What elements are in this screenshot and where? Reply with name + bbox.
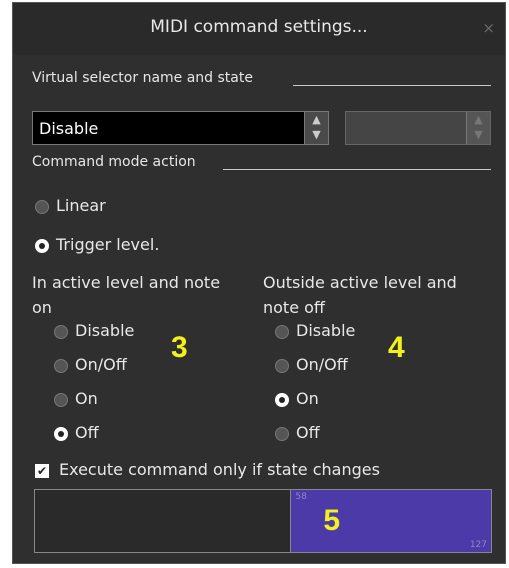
spin-up-icon: ▲ xyxy=(474,113,483,126)
midi-settings-window: MIDI command settings... × Virtual selec… xyxy=(12,2,506,564)
state-combo: ▲ ▼ xyxy=(345,111,491,145)
radio-linear-indicator[interactable] xyxy=(35,200,49,214)
radio-label: Disable xyxy=(296,321,356,340)
radio-indicator[interactable] xyxy=(275,427,289,441)
selector-label: Virtual selector name and state xyxy=(32,70,253,86)
level-range-panel[interactable]: 58 127 5 xyxy=(34,489,492,553)
radio-indicator[interactable] xyxy=(54,359,68,373)
radio-indicator[interactable] xyxy=(275,393,289,407)
checkbox-label: Execute command only if state changes xyxy=(59,460,380,479)
state-combo-spinner: ▲ ▼ xyxy=(466,112,490,144)
selector-combo-spinner[interactable]: ▲ ▼ xyxy=(304,112,328,144)
radio-indicator[interactable] xyxy=(275,359,289,373)
outside-group-header-line2: note off xyxy=(263,298,325,317)
radio-indicator[interactable] xyxy=(275,325,289,339)
selector-combo[interactable]: Disable ▲ ▼ xyxy=(32,111,329,145)
command-mode-label: Command mode action xyxy=(32,154,196,170)
level-max-label: 127 xyxy=(469,540,487,550)
selector-combo-value: Disable xyxy=(39,119,99,138)
radio-label: Off xyxy=(75,423,99,442)
marker-5: 5 xyxy=(323,504,341,537)
radio-label: On xyxy=(296,389,319,408)
radio-indicator[interactable] xyxy=(54,325,68,339)
divider xyxy=(223,169,491,170)
level-min-label: 58 xyxy=(295,492,307,502)
radio-label: On xyxy=(75,389,98,408)
close-icon[interactable]: × xyxy=(482,19,495,37)
radio-linear-label: Linear xyxy=(56,196,106,215)
radio-indicator[interactable] xyxy=(54,393,68,407)
window-title: MIDI command settings... xyxy=(150,17,368,37)
marker-4: 4 xyxy=(388,331,405,364)
radio-trigger-level-label: Trigger level. xyxy=(56,235,160,254)
radio-label: On/Off xyxy=(296,355,348,374)
radio-label: Disable xyxy=(75,321,135,340)
spin-down-icon[interactable]: ▼ xyxy=(305,127,328,142)
title-bar: MIDI command settings... × xyxy=(13,3,505,55)
spin-down-icon: ▼ xyxy=(474,128,483,141)
checkbox-check-icon[interactable]: ✔ xyxy=(35,464,49,478)
active-group-header-line2: on xyxy=(32,298,52,317)
marker-3: 3 xyxy=(171,331,188,364)
active-group-header-line1: In active level and note xyxy=(32,273,221,292)
active-level-region[interactable]: 58 127 5 xyxy=(290,490,491,552)
radio-indicator[interactable] xyxy=(54,427,68,441)
radio-label: Off xyxy=(296,423,320,442)
spin-up-icon[interactable]: ▲ xyxy=(305,112,328,127)
radio-label: On/Off xyxy=(75,355,127,374)
outside-group-header-line1: Outside active level and xyxy=(263,273,457,292)
radio-trigger-level-indicator[interactable] xyxy=(35,239,49,253)
divider xyxy=(293,85,491,86)
